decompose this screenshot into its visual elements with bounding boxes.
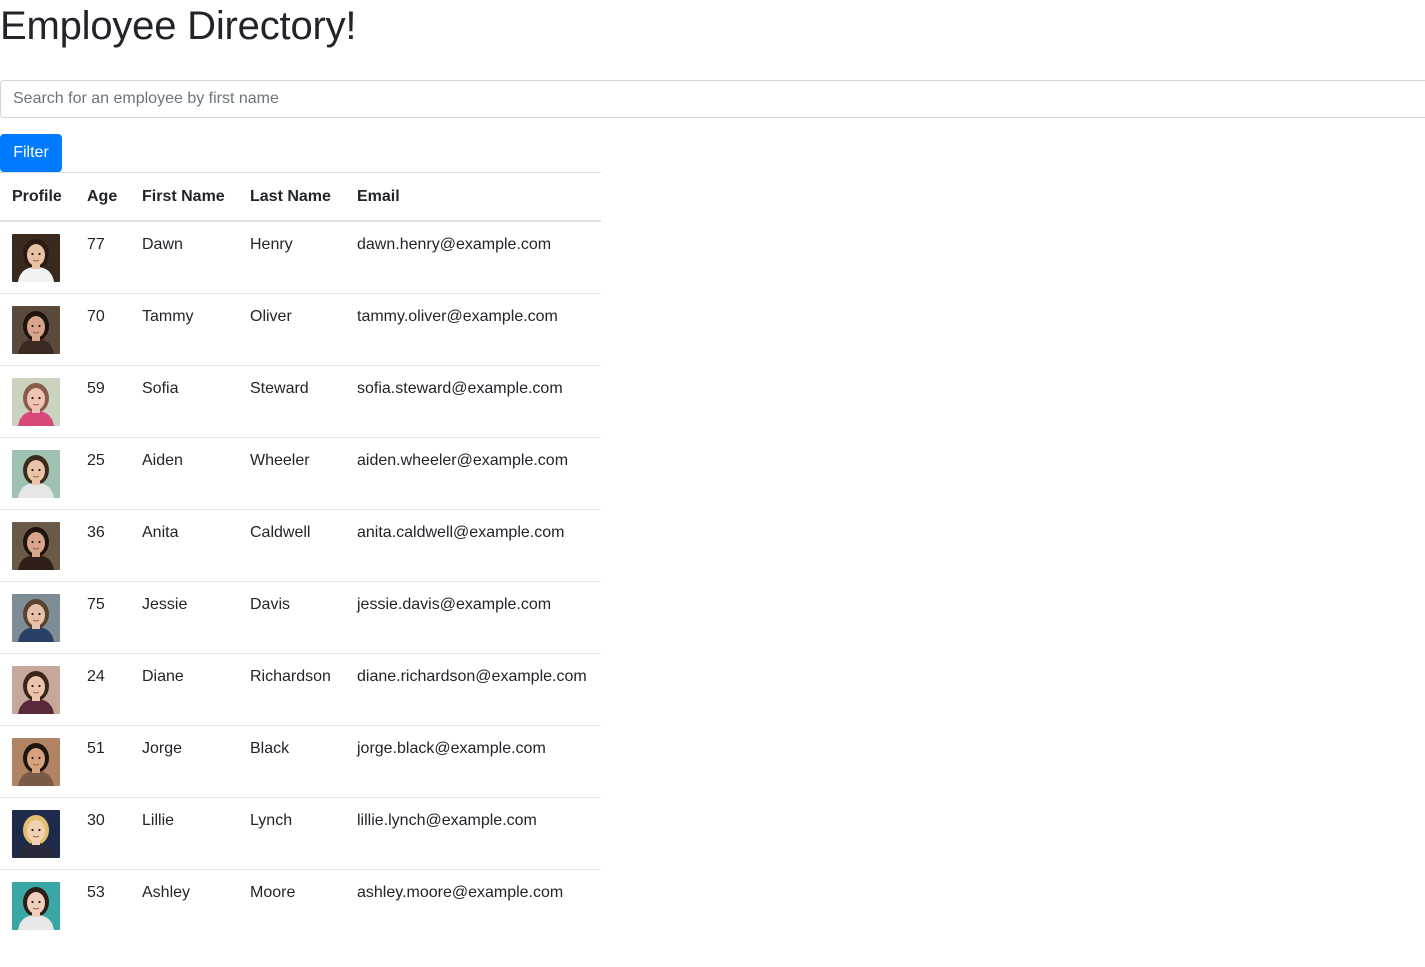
table-row: 75 Jessie Davis jessie.davis@example.com xyxy=(0,580,601,653)
first-name-cell: Diane xyxy=(130,652,238,725)
avatar xyxy=(12,521,60,570)
profile-cell xyxy=(0,868,75,941)
column-header-age: Age xyxy=(75,172,130,222)
avatar xyxy=(12,449,60,498)
profile-cell xyxy=(0,580,75,653)
avatar xyxy=(12,809,60,858)
employee-table: Profile Age First Name Last Name Email 7… xyxy=(0,172,601,941)
email-cell: jorge.black@example.com xyxy=(345,724,601,797)
last-name-cell: Henry xyxy=(238,220,345,293)
first-name-cell: Ashley xyxy=(130,868,238,941)
table-row: 36 Anita Caldwell anita.caldwell@example.co… xyxy=(0,508,601,581)
profile-cell xyxy=(0,508,75,581)
email-cell: ashley.moore@example.com xyxy=(345,868,601,941)
email-cell: sofia.steward@example.com xyxy=(345,364,601,437)
avatar xyxy=(12,881,60,930)
age-cell: 53 xyxy=(75,868,130,941)
age-cell: 77 xyxy=(75,220,130,293)
table-header: Profile Age First Name Last Name Email xyxy=(0,172,601,222)
column-header-last-name: Last Name xyxy=(238,172,345,222)
first-name-cell: Jessie xyxy=(130,580,238,653)
last-name-cell: Moore xyxy=(238,868,345,941)
avatar xyxy=(12,737,60,786)
email-cell: diane.richardson@example.com xyxy=(345,652,601,725)
first-name-cell: Tammy xyxy=(130,292,238,365)
table-row: 30 Lillie Lynch lillie.lynch@example.com xyxy=(0,796,601,869)
avatar xyxy=(12,665,60,714)
column-header-first-name: First Name xyxy=(130,172,238,222)
profile-cell xyxy=(0,292,75,365)
last-name-cell: Davis xyxy=(238,580,345,653)
avatar xyxy=(12,593,60,642)
age-cell: 30 xyxy=(75,796,130,869)
employee-directory-page: Employee Directory! Filter Profile Age F… xyxy=(0,0,1425,967)
email-cell: tammy.oliver@example.com xyxy=(345,292,601,365)
table-body: 77 Dawn Henry dawn.henry@example.com 70 Tammy… xyxy=(0,220,601,941)
profile-cell xyxy=(0,364,75,437)
table-header-row: Profile Age First Name Last Name Email xyxy=(0,172,601,222)
column-header-email: Email xyxy=(345,172,601,222)
profile-cell xyxy=(0,652,75,725)
age-cell: 70 xyxy=(75,292,130,365)
email-cell: jessie.davis@example.com xyxy=(345,580,601,653)
age-cell: 59 xyxy=(75,364,130,437)
profile-cell xyxy=(0,724,75,797)
avatar xyxy=(12,305,60,354)
profile-cell xyxy=(0,436,75,509)
last-name-cell: Black xyxy=(238,724,345,797)
first-name-cell: Lillie xyxy=(130,796,238,869)
search-input[interactable] xyxy=(0,80,1425,118)
column-header-profile: Profile xyxy=(0,172,75,222)
table-row: 25 Aiden Wheeler aiden.wheeler@example.com xyxy=(0,436,601,509)
first-name-cell: Aiden xyxy=(130,436,238,509)
last-name-cell: Wheeler xyxy=(238,436,345,509)
filter-button[interactable]: Filter xyxy=(0,134,62,172)
table-row: 51 Jorge Black jorge.black@example.com xyxy=(0,724,601,797)
table-row: 77 Dawn Henry dawn.henry@example.com xyxy=(0,220,601,293)
email-cell: dawn.henry@example.com xyxy=(345,220,601,293)
age-cell: 51 xyxy=(75,724,130,797)
table-row: 70 Tammy Oliver tammy.oliver@example.com xyxy=(0,292,601,365)
last-name-cell: Richardson xyxy=(238,652,345,725)
profile-cell xyxy=(0,796,75,869)
last-name-cell: Steward xyxy=(238,364,345,437)
last-name-cell: Lynch xyxy=(238,796,345,869)
table-row: 59 Sofia Steward sofia.steward@example.com xyxy=(0,364,601,437)
first-name-cell: Sofia xyxy=(130,364,238,437)
table-row: 53 Ashley Moore ashley.moore@example.com xyxy=(0,868,601,941)
last-name-cell: Caldwell xyxy=(238,508,345,581)
age-cell: 24 xyxy=(75,652,130,725)
page-title: Employee Directory! xyxy=(0,4,357,48)
age-cell: 36 xyxy=(75,508,130,581)
email-cell: aiden.wheeler@example.com xyxy=(345,436,601,509)
email-cell: anita.caldwell@example.com xyxy=(345,508,601,581)
last-name-cell: Oliver xyxy=(238,292,345,365)
age-cell: 75 xyxy=(75,580,130,653)
profile-cell xyxy=(0,220,75,293)
avatar xyxy=(12,377,60,426)
first-name-cell: Dawn xyxy=(130,220,238,293)
avatar xyxy=(12,234,60,282)
email-cell: lillie.lynch@example.com xyxy=(345,796,601,869)
first-name-cell: Jorge xyxy=(130,724,238,797)
age-cell: 25 xyxy=(75,436,130,509)
table-row: 24 Diane Richardson diane.richardson@exampl… xyxy=(0,652,601,725)
first-name-cell: Anita xyxy=(130,508,238,581)
